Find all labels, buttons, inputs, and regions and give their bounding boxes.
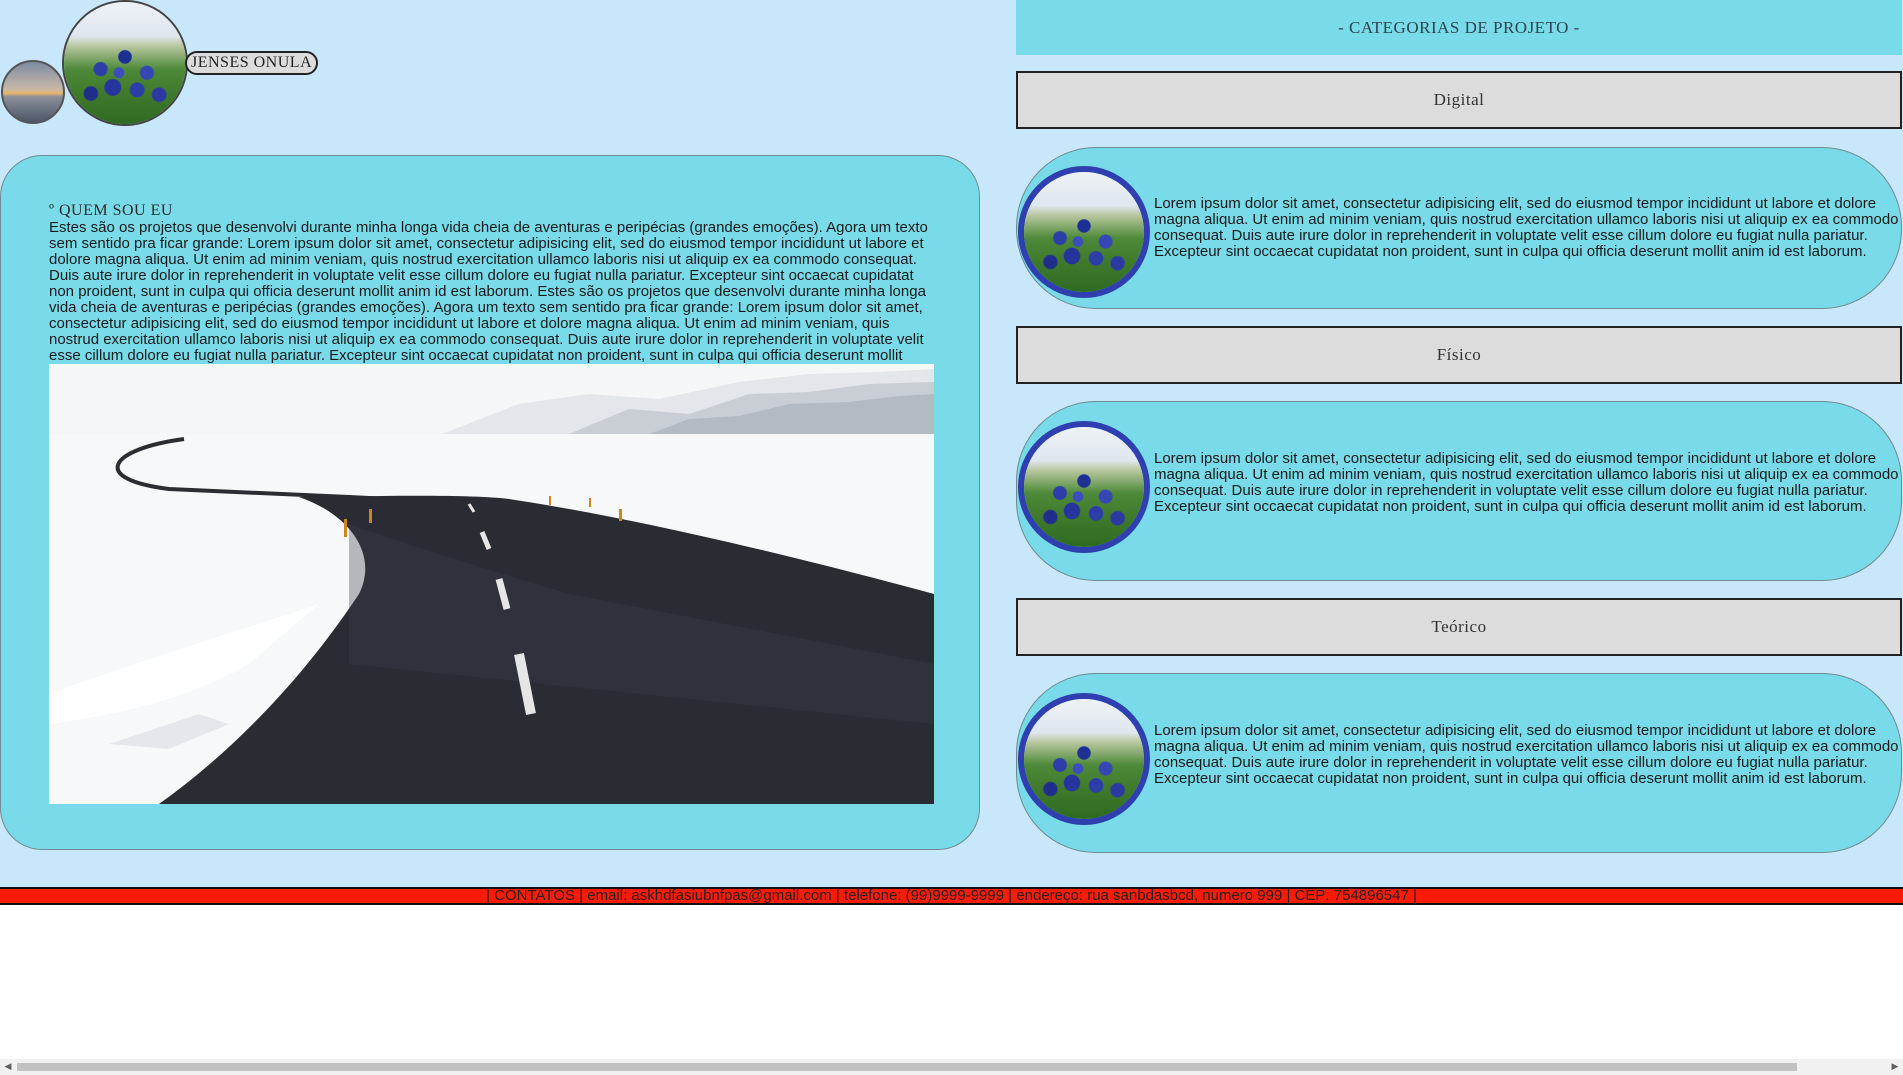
category-image-digital	[1018, 166, 1150, 298]
about-text: Estes são os projetos que desenvolvi dur…	[49, 219, 928, 380]
category-tab-teorico[interactable]: Teórico	[1016, 598, 1902, 656]
category-image-fisico	[1018, 421, 1150, 553]
flower-image	[1024, 172, 1144, 292]
category-tab-fisico[interactable]: Físico	[1016, 326, 1902, 384]
flower-image	[1024, 427, 1144, 547]
flower-image	[1024, 699, 1144, 819]
sunset-avatar	[1, 60, 65, 124]
chevron-left-icon[interactable]: ◀	[0, 1059, 16, 1075]
category-text-digital: Lorem ipsum dolor sit amet, consectetur …	[1154, 195, 1899, 260]
category-image-teorico	[1018, 693, 1150, 825]
brand-name[interactable]: JENSES ONULA	[185, 51, 319, 75]
categories-header: - CATEGORIAS DE PROJETO -	[1016, 0, 1902, 55]
flower-image	[64, 2, 186, 124]
category-tab-digital[interactable]: Digital	[1016, 71, 1902, 129]
scrollbar-thumb[interactable]	[17, 1063, 1797, 1071]
category-text-teorico: Lorem ipsum dolor sit amet, consectetur …	[1154, 722, 1899, 787]
about-title: º QUEM SOU EU	[49, 202, 173, 219]
contacts-footer: | CONTATOS | email: askhdfasiubnfpas@gma…	[0, 887, 1903, 905]
chevron-right-icon[interactable]: ▶	[1887, 1059, 1903, 1075]
road-illustration	[49, 364, 934, 804]
category-text-fisico: Lorem ipsum dolor sit amet, consectetur …	[1154, 450, 1899, 515]
horizontal-scrollbar[interactable]: ◀ ▶	[0, 1059, 1903, 1075]
flower-avatar	[62, 0, 188, 126]
snowy-road-photo	[49, 364, 934, 804]
